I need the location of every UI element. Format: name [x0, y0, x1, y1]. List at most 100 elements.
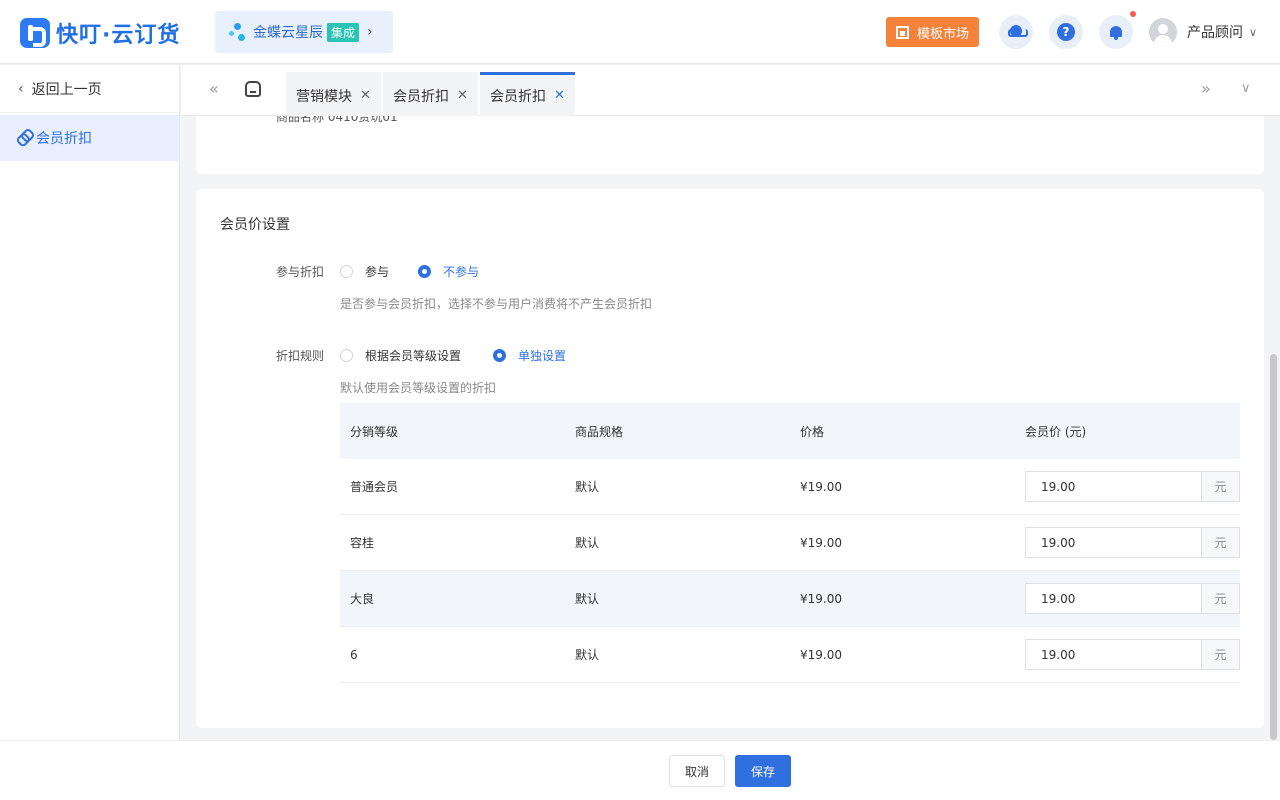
price-cell: ¥19.00: [800, 479, 842, 494]
radio-checked-icon: [418, 265, 431, 278]
kingdee-integration-button[interactable]: 金蝶云星辰 集成 ›: [215, 11, 393, 53]
logo-text: 快叮·云订货: [56, 23, 181, 48]
unit-suffix: 元: [1201, 584, 1239, 613]
table-row: 6 默认 ¥19.00 元: [340, 627, 1240, 683]
member-price-cell: 元: [1015, 583, 1240, 614]
table-row: 普通会员 默认 ¥19.00 元: [340, 459, 1240, 515]
price-cell: ¥19.00: [800, 535, 842, 550]
participate-no-radio[interactable]: 不参与: [418, 263, 479, 280]
level-cell: 普通会员: [350, 480, 399, 494]
link-icon: [13, 128, 33, 148]
spec-cell: 默认: [575, 536, 600, 550]
tab-label: 会员折扣: [393, 88, 449, 105]
member-price-field: 元: [1025, 471, 1240, 502]
notification-button[interactable]: [1099, 15, 1133, 49]
tab-member-discount-active[interactable]: 会员折扣 ✕: [480, 72, 575, 116]
participate-label: 参与折扣: [275, 265, 324, 279]
section-title: 会员价设置: [220, 217, 290, 233]
tab-member-discount[interactable]: 会员折扣 ✕: [383, 72, 478, 116]
chevron-left-icon: ‹: [18, 80, 24, 97]
tab-label: 营销模块: [296, 88, 352, 105]
app-logo[interactable]: 快叮·云订货: [20, 17, 180, 49]
avatar: [1149, 18, 1177, 46]
template-market-button[interactable]: 模板市场: [886, 17, 979, 47]
level-cell: 6: [350, 647, 358, 662]
tab-bar: « 营销模块 ✕ 会员折扣 ✕ 会员折扣 ✕ » ∨: [181, 65, 1280, 116]
unit-suffix: 元: [1201, 528, 1239, 557]
member-price-input[interactable]: [1026, 472, 1201, 501]
bell-icon: [1109, 25, 1123, 40]
member-price-input[interactable]: [1026, 640, 1201, 669]
kingdee-icon: [229, 23, 247, 41]
column-header: 价格: [800, 424, 825, 439]
product-info-card: 商品名称 0410赏玩01: [196, 116, 1264, 174]
price-cell: ¥19.00: [800, 591, 842, 606]
member-price-card: 会员价设置 参与折扣 参与 不参与 是否参与会员折扣，选择不参与用户消费将不产生…: [196, 189, 1264, 728]
save-button[interactable]: 保存: [735, 755, 791, 787]
rule-by-level-radio[interactable]: 根据会员等级设置: [340, 347, 461, 364]
headset-icon: [1008, 25, 1028, 39]
radio-checked-icon: [493, 349, 506, 362]
table-header: 分销等级 商品规格 价格 会员价 (元): [340, 403, 1240, 459]
rule-individual-radio[interactable]: 单独设置: [493, 347, 566, 364]
user-menu[interactable]: 产品顾问 ∨: [1149, 18, 1257, 46]
tabs-scroll-right-icon[interactable]: »: [1201, 79, 1211, 98]
close-icon[interactable]: ✕: [554, 88, 565, 103]
customer-service-button[interactable]: [999, 15, 1033, 49]
column-header: 商品规格: [575, 424, 624, 439]
participate-yes-radio[interactable]: 参与: [340, 263, 389, 280]
tabs-scroll-left-icon[interactable]: «: [209, 79, 219, 98]
user-name: 产品顾问: [1187, 25, 1243, 41]
logo-icon: [20, 18, 50, 48]
sidebar: ‹ 返回上一页 会员折扣: [0, 65, 180, 740]
member-price-field: 元: [1025, 583, 1240, 614]
rule-label: 折扣规则: [275, 349, 324, 363]
chevron-down-icon: ∨: [1249, 25, 1258, 39]
top-header: 快叮·云订货 金蝶云星辰 集成 › 模板市场 ? 产品顾问 ∨: [0, 0, 1280, 64]
template-market-label: 模板市场: [916, 26, 969, 42]
back-label: 返回上一页: [31, 81, 102, 98]
member-price-cell: 元: [1015, 639, 1240, 670]
level-cell: 大良: [350, 592, 375, 606]
radio-label: 单独设置: [518, 349, 567, 363]
back-button[interactable]: ‹ 返回上一页: [0, 65, 179, 113]
unit-suffix: 元: [1201, 640, 1239, 669]
price-cell: ¥19.00: [800, 647, 842, 662]
integration-badge: 集成: [327, 22, 360, 42]
content-scrollbar[interactable]: [1270, 354, 1277, 740]
tab-marketing[interactable]: 营销模块 ✕: [286, 72, 381, 116]
member-price-field: 元: [1025, 527, 1240, 558]
member-price-table: 分销等级 商品规格 价格 会员价 (元) 普通会员 默认 ¥19.00 元 容桂…: [340, 403, 1240, 683]
help-icon: ?: [1057, 23, 1075, 41]
help-button[interactable]: ?: [1049, 15, 1083, 49]
product-name-row: 商品名称 0410赏玩01: [276, 116, 398, 124]
spec-cell: 默认: [575, 592, 600, 606]
footer-bar: 取消 保存: [0, 740, 1280, 800]
participate-hint: 是否参与会员折扣，选择不参与用户消费将不产生会员折扣: [340, 297, 653, 311]
level-cell: 容桂: [350, 536, 375, 550]
column-header: 会员价 (元): [1025, 424, 1087, 439]
column-header: 分销等级: [350, 424, 399, 439]
tab-label: 会员折扣: [490, 88, 546, 105]
radio-label: 不参与: [443, 265, 480, 279]
member-price-cell: 元: [1015, 471, 1240, 502]
member-price-cell: 元: [1015, 527, 1240, 558]
template-icon: [895, 25, 909, 39]
rule-hint: 默认使用会员等级设置的折扣: [340, 381, 497, 395]
close-icon[interactable]: ✕: [457, 88, 468, 103]
close-icon[interactable]: ✕: [360, 88, 371, 103]
sidebar-item-member-discount[interactable]: 会员折扣: [0, 115, 179, 161]
member-price-input[interactable]: [1026, 584, 1201, 613]
cancel-button[interactable]: 取消: [669, 755, 725, 787]
table-row: 容桂 默认 ¥19.00 元: [340, 515, 1240, 571]
chevron-right-icon: ›: [367, 24, 373, 40]
radio-icon: [340, 349, 353, 362]
unit-suffix: 元: [1201, 472, 1239, 501]
notification-dot: [1130, 11, 1136, 17]
member-price-field: 元: [1025, 639, 1240, 670]
spec-cell: 默认: [575, 480, 600, 494]
chevron-down-icon[interactable]: ∨: [1241, 81, 1251, 96]
member-price-input[interactable]: [1026, 528, 1201, 557]
home-icon[interactable]: [245, 81, 261, 97]
radio-icon: [340, 265, 353, 278]
